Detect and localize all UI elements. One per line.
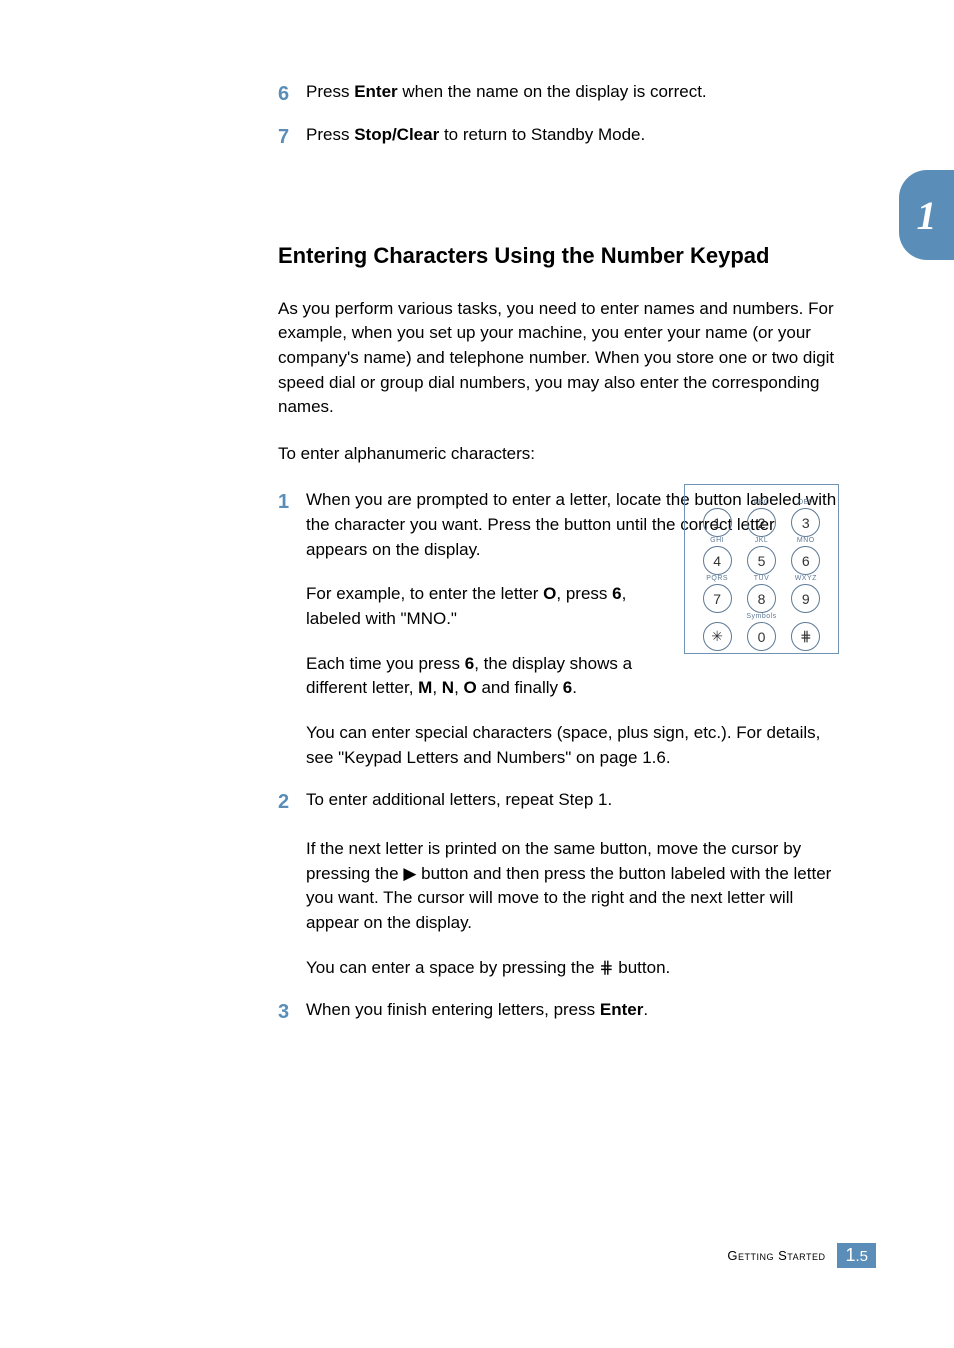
- keypad-key: Symbols 0: [745, 613, 777, 651]
- keypad-key: MNO 6: [790, 537, 822, 575]
- step-number: 7: [278, 123, 306, 152]
- step-text: Press Stop/Clear to return to Standby Mo…: [306, 123, 838, 148]
- keypad-key-label: WXYZ: [795, 575, 817, 582]
- keypad-key-button: 3: [791, 508, 820, 537]
- step-subtext: For example, to enter the letter O, pres…: [306, 582, 676, 631]
- step: 6Press Enter when the name on the displa…: [278, 80, 838, 109]
- keypad-key: 1: [701, 506, 733, 537]
- keypad-key-button: 4: [703, 546, 732, 575]
- keypad-key: DEF 3: [790, 499, 822, 537]
- keypad-key-button: 1: [703, 508, 732, 537]
- keypad-key: PQRS 7: [701, 575, 733, 613]
- step-number: 2: [278, 788, 306, 817]
- keypad-key: JKL 5: [745, 537, 777, 575]
- keypad-key-label: DEF: [798, 499, 814, 506]
- chapter-tab: 1: [899, 170, 954, 260]
- step-number: 6: [278, 80, 306, 109]
- intro-paragraphs: As you perform various tasks, you need t…: [278, 297, 838, 467]
- keypad-key-label: GHI: [710, 537, 724, 544]
- keypad-row: GHI 4 JKL 5 MNO 6: [695, 537, 828, 575]
- keypad-key-label: JKL: [755, 537, 769, 544]
- keypad-row: PQRS 7 TUV 8 WXYZ 9: [695, 575, 828, 613]
- continued-steps: 6Press Enter when the name on the displa…: [278, 80, 838, 152]
- keypad-key: ⋕: [790, 620, 822, 651]
- step: 2To enter additional letters, repeat Ste…: [278, 788, 838, 980]
- footer-section-label: Getting Started: [727, 1248, 825, 1263]
- step-subtext: You can enter special characters (space,…: [306, 721, 838, 770]
- paragraph: To enter alphanumeric characters:: [278, 442, 838, 467]
- section-heading: Entering Characters Using the Number Key…: [278, 242, 838, 271]
- step-subtext: You can enter a space by pressing the ⋕ …: [306, 956, 838, 981]
- keypad-key-label: MNO: [797, 537, 815, 544]
- keypad-illustration: 1 ABC 2 DEF 3 GHI 4 JKL 5 MNO 6 PQRS 7 TUV 8 WXYZ 9 ✳ Symb…: [684, 484, 839, 654]
- footer-page-number: 1.5: [837, 1243, 876, 1268]
- keypad-key-button: 5: [747, 546, 776, 575]
- keypad-key-button: 9: [791, 584, 820, 613]
- keypad-key-button: 7: [703, 584, 732, 613]
- keypad-key-button: 6: [791, 546, 820, 575]
- keypad-key: GHI 4: [701, 537, 733, 575]
- keypad-row: ✳ Symbols 0 ⋕: [695, 613, 828, 651]
- step: 7Press Stop/Clear to return to Standby M…: [278, 123, 838, 152]
- keypad-key: ✳: [701, 620, 733, 651]
- step-subtext: Each time you press 6, the display shows…: [306, 652, 676, 701]
- keypad-key-button: 2: [747, 508, 776, 537]
- keypad-key: ABC 2: [745, 499, 777, 537]
- keypad-row: 1 ABC 2 DEF 3: [695, 499, 828, 537]
- keypad-key-label: PQRS: [706, 575, 728, 582]
- keypad-key-button: 0: [747, 622, 776, 651]
- step-text: When you finish entering letters, press …: [306, 998, 838, 1023]
- keypad-key-label: ABC: [754, 499, 770, 506]
- keypad-key-label: TUV: [754, 575, 770, 582]
- step: 3When you finish entering letters, press…: [278, 998, 838, 1027]
- keypad-key: TUV 8: [745, 575, 777, 613]
- chapter-tab-number: 1: [917, 192, 937, 239]
- keypad-key-button: 8: [747, 584, 776, 613]
- step-text: To enter additional letters, repeat Step…: [306, 788, 838, 813]
- page-footer: Getting Started 1.5: [727, 1243, 876, 1268]
- keypad-key-button: ⋕: [791, 622, 820, 651]
- step-number: 1: [278, 488, 306, 517]
- step-number: 3: [278, 998, 306, 1027]
- keypad-key-label: Symbols: [746, 613, 776, 620]
- keypad-key: WXYZ 9: [790, 575, 822, 613]
- keypad-key-button: ✳: [703, 622, 732, 651]
- step-text: Press Enter when the name on the display…: [306, 80, 838, 105]
- paragraph: As you perform various tasks, you need t…: [278, 297, 838, 420]
- step-subtext: If the next letter is printed on the sam…: [306, 837, 838, 936]
